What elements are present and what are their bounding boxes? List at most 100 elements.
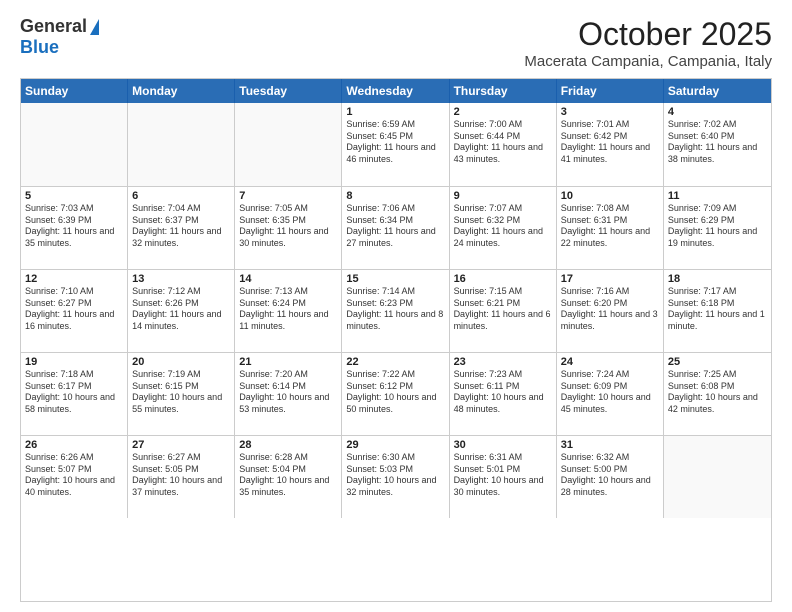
day-info-30: Sunrise: 6:31 AM Sunset: 5:01 PM Dayligh… [454, 452, 552, 499]
day-number-1: 1 [346, 106, 444, 118]
day-number-21: 21 [239, 356, 337, 368]
day-19: 19Sunrise: 7:18 AM Sunset: 6:17 PM Dayli… [21, 353, 128, 435]
day-17: 17Sunrise: 7:16 AM Sunset: 6:20 PM Dayli… [557, 270, 664, 352]
day-number-24: 24 [561, 356, 659, 368]
day-info-7: Sunrise: 7:05 AM Sunset: 6:35 PM Dayligh… [239, 203, 337, 250]
day-number-6: 6 [132, 190, 230, 202]
day-22: 22Sunrise: 7:22 AM Sunset: 6:12 PM Dayli… [342, 353, 449, 435]
day-number-16: 16 [454, 273, 552, 285]
empty-cell [21, 103, 128, 186]
day-9: 9Sunrise: 7:07 AM Sunset: 6:32 PM Daylig… [450, 187, 557, 269]
day-number-8: 8 [346, 190, 444, 202]
day-info-15: Sunrise: 7:14 AM Sunset: 6:23 PM Dayligh… [346, 286, 444, 333]
empty-cell [128, 103, 235, 186]
day-number-25: 25 [668, 356, 767, 368]
day-info-26: Sunrise: 6:26 AM Sunset: 5:07 PM Dayligh… [25, 452, 123, 499]
day-info-21: Sunrise: 7:20 AM Sunset: 6:14 PM Dayligh… [239, 369, 337, 416]
location-title: Macerata Campania, Campania, Italy [524, 53, 772, 70]
week-2: 5Sunrise: 7:03 AM Sunset: 6:39 PM Daylig… [21, 186, 771, 269]
day-info-5: Sunrise: 7:03 AM Sunset: 6:39 PM Dayligh… [25, 203, 123, 250]
empty-cell [235, 103, 342, 186]
day-info-28: Sunrise: 6:28 AM Sunset: 5:04 PM Dayligh… [239, 452, 337, 499]
title-area: October 2025 Macerata Campania, Campania… [524, 16, 772, 70]
day-info-6: Sunrise: 7:04 AM Sunset: 6:37 PM Dayligh… [132, 203, 230, 250]
day-number-30: 30 [454, 439, 552, 451]
day-number-17: 17 [561, 273, 659, 285]
logo-blue: Blue [20, 37, 59, 57]
day-21: 21Sunrise: 7:20 AM Sunset: 6:14 PM Dayli… [235, 353, 342, 435]
day-28: 28Sunrise: 6:28 AM Sunset: 5:04 PM Dayli… [235, 436, 342, 518]
week-1: 1Sunrise: 6:59 AM Sunset: 6:45 PM Daylig… [21, 103, 771, 186]
day-number-31: 31 [561, 439, 659, 451]
day-14: 14Sunrise: 7:13 AM Sunset: 6:24 PM Dayli… [235, 270, 342, 352]
calendar-body: 1Sunrise: 6:59 AM Sunset: 6:45 PM Daylig… [21, 103, 771, 601]
day-number-29: 29 [346, 439, 444, 451]
day-10: 10Sunrise: 7:08 AM Sunset: 6:31 PM Dayli… [557, 187, 664, 269]
day-4: 4Sunrise: 7:02 AM Sunset: 6:40 PM Daylig… [664, 103, 771, 186]
day-info-23: Sunrise: 7:23 AM Sunset: 6:11 PM Dayligh… [454, 369, 552, 416]
day-sunday: Sunday [21, 79, 128, 103]
day-number-2: 2 [454, 106, 552, 118]
day-info-4: Sunrise: 7:02 AM Sunset: 6:40 PM Dayligh… [668, 119, 767, 166]
day-24: 24Sunrise: 7:24 AM Sunset: 6:09 PM Dayli… [557, 353, 664, 435]
day-info-11: Sunrise: 7:09 AM Sunset: 6:29 PM Dayligh… [668, 203, 767, 250]
day-info-19: Sunrise: 7:18 AM Sunset: 6:17 PM Dayligh… [25, 369, 123, 416]
day-info-29: Sunrise: 6:30 AM Sunset: 5:03 PM Dayligh… [346, 452, 444, 499]
day-number-23: 23 [454, 356, 552, 368]
day-number-28: 28 [239, 439, 337, 451]
day-18: 18Sunrise: 7:17 AM Sunset: 6:18 PM Dayli… [664, 270, 771, 352]
day-thursday: Thursday [450, 79, 557, 103]
day-info-2: Sunrise: 7:00 AM Sunset: 6:44 PM Dayligh… [454, 119, 552, 166]
day-friday: Friday [557, 79, 664, 103]
day-number-27: 27 [132, 439, 230, 451]
day-number-3: 3 [561, 106, 659, 118]
day-monday: Monday [128, 79, 235, 103]
day-info-1: Sunrise: 6:59 AM Sunset: 6:45 PM Dayligh… [346, 119, 444, 166]
day-11: 11Sunrise: 7:09 AM Sunset: 6:29 PM Dayli… [664, 187, 771, 269]
day-info-18: Sunrise: 7:17 AM Sunset: 6:18 PM Dayligh… [668, 286, 767, 333]
day-15: 15Sunrise: 7:14 AM Sunset: 6:23 PM Dayli… [342, 270, 449, 352]
empty-cell [664, 436, 771, 518]
day-number-14: 14 [239, 273, 337, 285]
day-info-13: Sunrise: 7:12 AM Sunset: 6:26 PM Dayligh… [132, 286, 230, 333]
week-4: 19Sunrise: 7:18 AM Sunset: 6:17 PM Dayli… [21, 352, 771, 435]
day-16: 16Sunrise: 7:15 AM Sunset: 6:21 PM Dayli… [450, 270, 557, 352]
day-saturday: Saturday [664, 79, 771, 103]
day-number-20: 20 [132, 356, 230, 368]
day-info-3: Sunrise: 7:01 AM Sunset: 6:42 PM Dayligh… [561, 119, 659, 166]
calendar-header: Sunday Monday Tuesday Wednesday Thursday… [21, 79, 771, 103]
week-3: 12Sunrise: 7:10 AM Sunset: 6:27 PM Dayli… [21, 269, 771, 352]
day-number-12: 12 [25, 273, 123, 285]
page: General Blue October 2025 Macerata Campa… [0, 0, 792, 612]
logo-general: General [20, 16, 87, 37]
week-5: 26Sunrise: 6:26 AM Sunset: 5:07 PM Dayli… [21, 435, 771, 518]
day-info-12: Sunrise: 7:10 AM Sunset: 6:27 PM Dayligh… [25, 286, 123, 333]
day-5: 5Sunrise: 7:03 AM Sunset: 6:39 PM Daylig… [21, 187, 128, 269]
day-info-22: Sunrise: 7:22 AM Sunset: 6:12 PM Dayligh… [346, 369, 444, 416]
logo-triangle-icon [90, 19, 99, 35]
day-31: 31Sunrise: 6:32 AM Sunset: 5:00 PM Dayli… [557, 436, 664, 518]
day-25: 25Sunrise: 7:25 AM Sunset: 6:08 PM Dayli… [664, 353, 771, 435]
day-13: 13Sunrise: 7:12 AM Sunset: 6:26 PM Dayli… [128, 270, 235, 352]
day-info-24: Sunrise: 7:24 AM Sunset: 6:09 PM Dayligh… [561, 369, 659, 416]
day-info-27: Sunrise: 6:27 AM Sunset: 5:05 PM Dayligh… [132, 452, 230, 499]
day-info-9: Sunrise: 7:07 AM Sunset: 6:32 PM Dayligh… [454, 203, 552, 250]
day-wednesday: Wednesday [342, 79, 449, 103]
day-number-15: 15 [346, 273, 444, 285]
logo: General Blue [20, 16, 99, 58]
day-30: 30Sunrise: 6:31 AM Sunset: 5:01 PM Dayli… [450, 436, 557, 518]
month-title: October 2025 [524, 16, 772, 53]
day-26: 26Sunrise: 6:26 AM Sunset: 5:07 PM Dayli… [21, 436, 128, 518]
calendar: Sunday Monday Tuesday Wednesday Thursday… [20, 78, 772, 602]
day-number-11: 11 [668, 190, 767, 202]
day-info-8: Sunrise: 7:06 AM Sunset: 6:34 PM Dayligh… [346, 203, 444, 250]
day-3: 3Sunrise: 7:01 AM Sunset: 6:42 PM Daylig… [557, 103, 664, 186]
day-23: 23Sunrise: 7:23 AM Sunset: 6:11 PM Dayli… [450, 353, 557, 435]
day-tuesday: Tuesday [235, 79, 342, 103]
day-info-17: Sunrise: 7:16 AM Sunset: 6:20 PM Dayligh… [561, 286, 659, 333]
day-number-7: 7 [239, 190, 337, 202]
day-info-10: Sunrise: 7:08 AM Sunset: 6:31 PM Dayligh… [561, 203, 659, 250]
day-7: 7Sunrise: 7:05 AM Sunset: 6:35 PM Daylig… [235, 187, 342, 269]
day-info-16: Sunrise: 7:15 AM Sunset: 6:21 PM Dayligh… [454, 286, 552, 333]
day-8: 8Sunrise: 7:06 AM Sunset: 6:34 PM Daylig… [342, 187, 449, 269]
